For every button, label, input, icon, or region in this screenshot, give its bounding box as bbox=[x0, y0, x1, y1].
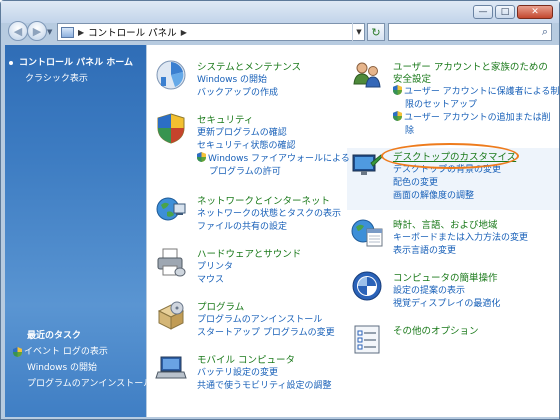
security-shield-icon bbox=[157, 113, 185, 144]
address-bar[interactable]: ▶ コントロール パネル ▶ bbox=[57, 23, 365, 41]
highlight-oval-annotation bbox=[381, 143, 519, 169]
category-title[interactable]: システムとメンテナンス bbox=[197, 59, 301, 73]
sidebar-item-home[interactable]: コントロール パネル ホーム bbox=[9, 55, 133, 68]
category-title-continued[interactable]: 安全設定 bbox=[393, 71, 431, 85]
category-title[interactable]: セキュリティ bbox=[197, 112, 253, 126]
category-link[interactable]: 画面の解像度の調整 bbox=[393, 188, 474, 201]
category-title[interactable]: モバイル コンピュータ bbox=[197, 352, 295, 366]
recent-task-label: プログラムのアンインストール bbox=[27, 379, 153, 389]
maximize-icon: □ bbox=[500, 6, 510, 17]
window-controls: — □ ✕ bbox=[473, 5, 553, 19]
uac-shield-icon bbox=[197, 152, 206, 162]
address-crumb-control-panel[interactable]: コントロール パネル bbox=[88, 25, 177, 39]
category-title[interactable]: プログラム bbox=[197, 299, 244, 313]
close-button[interactable]: ✕ bbox=[517, 5, 553, 19]
category-link[interactable]: プログラムのアンインストール bbox=[197, 312, 322, 325]
category-link[interactable]: 設定の提案の表示 bbox=[393, 283, 465, 296]
close-icon: ✕ bbox=[531, 6, 539, 17]
category-link[interactable]: プログラムの許可 bbox=[209, 164, 281, 177]
category-title[interactable]: ハードウェアとサウンド bbox=[197, 246, 301, 260]
network-globe-icon bbox=[156, 197, 186, 221]
category-link[interactable]: ネットワークの状態とタスクの表示 bbox=[197, 206, 341, 219]
additional-options-icon bbox=[354, 325, 380, 354]
category-link[interactable]: スタートアップ プログラムの変更 bbox=[197, 325, 335, 338]
category-link-label: ユーザー アカウントに保護者による制 bbox=[404, 87, 560, 97]
category-panel: システムとメンテナンス Windows の開始 バックアップの作成 セキュリティ… bbox=[147, 45, 559, 417]
category-link-label: Windows ファイアウォールによる bbox=[208, 154, 350, 164]
uac-shield-icon bbox=[13, 346, 22, 357]
category-title[interactable]: その他のオプション bbox=[393, 323, 479, 337]
uac-shield-icon bbox=[393, 111, 402, 121]
sidebar: コントロール パネル ホーム クラシック表示 最近のタスク イベント ログの表示… bbox=[5, 45, 152, 417]
recent-pages-dropdown[interactable]: ▼ bbox=[47, 28, 52, 36]
recent-task-label: イベント ログの表示 bbox=[24, 347, 108, 357]
category-title[interactable]: ネットワークとインターネット bbox=[197, 193, 330, 207]
category-link-label: ユーザー アカウントの追加または削 bbox=[404, 113, 551, 123]
back-arrow-icon: ◀ bbox=[13, 24, 23, 38]
system-maintenance-icon bbox=[156, 60, 186, 90]
category-link[interactable]: 更新プログラムの確認 bbox=[197, 125, 287, 138]
search-icon[interactable]: ⌕ bbox=[542, 25, 548, 39]
navigation-bar: ◀ ▶ ▼ ▶ コントロール パネル ▶ ▼ ↻ ⌕ bbox=[1, 19, 559, 45]
recent-task-uninstall[interactable]: プログラムのアンインストール bbox=[27, 376, 152, 389]
clock-language-icon bbox=[351, 219, 383, 247]
category-link[interactable]: Windows の開始 bbox=[197, 72, 267, 85]
sidebar-item-label: クラシック表示 bbox=[25, 74, 88, 84]
minimize-icon: — bbox=[478, 6, 488, 17]
sidebar-item-classic-view[interactable]: クラシック表示 bbox=[25, 71, 88, 84]
category-link[interactable]: バッテリ設定の変更 bbox=[197, 365, 278, 378]
category-title[interactable]: 時計、言語、および地域 bbox=[393, 217, 498, 231]
category-link[interactable]: キーボードまたは入力方法の変更 bbox=[393, 230, 528, 243]
category-link[interactable]: バックアップの作成 bbox=[197, 85, 278, 98]
current-page-bullet-icon bbox=[9, 60, 13, 65]
category-link[interactable]: ファイルの共有の設定 bbox=[197, 219, 287, 232]
recent-task-event-log[interactable]: イベント ログの表示 bbox=[13, 344, 108, 357]
category-link[interactable]: 除 bbox=[405, 123, 414, 136]
refresh-button[interactable]: ↻ bbox=[367, 23, 385, 41]
hardware-printer-icon bbox=[157, 248, 186, 277]
search-input[interactable]: ⌕ bbox=[388, 23, 552, 41]
mobile-pc-icon bbox=[155, 356, 187, 379]
maximize-button[interactable]: □ bbox=[495, 5, 515, 19]
control-panel-window: — □ ✕ ◀ ▶ ▼ ▶ コントロール パネル ▶ ▼ ↻ ⌕ コントロール … bbox=[0, 0, 560, 420]
forward-button[interactable]: ▶ bbox=[27, 21, 47, 41]
category-link[interactable]: 限のセットアップ bbox=[405, 97, 477, 110]
forward-arrow-icon: ▶ bbox=[32, 24, 42, 38]
category-link[interactable]: ユーザー アカウントの追加または削 bbox=[393, 110, 551, 123]
category-link[interactable]: 配色の変更 bbox=[393, 175, 438, 188]
recent-task-windows-start[interactable]: Windows の開始 bbox=[27, 360, 97, 373]
ease-of-access-icon bbox=[352, 271, 382, 301]
category-link[interactable]: 視覚ディスプレイの最適化 bbox=[393, 296, 500, 309]
appearance-desktop-icon bbox=[352, 154, 383, 175]
category-link[interactable]: ユーザー アカウントに保護者による制 bbox=[393, 84, 559, 97]
user-accounts-icon bbox=[353, 62, 381, 88]
address-separator-icon[interactable]: ▶ bbox=[78, 28, 84, 37]
category-link[interactable]: 共通で使うモビリティ設定の調整 bbox=[197, 378, 331, 391]
category-link[interactable]: 表示言語の変更 bbox=[393, 243, 456, 256]
back-button[interactable]: ◀ bbox=[8, 21, 28, 41]
sidebar-item-label: コントロール パネル ホーム bbox=[19, 58, 133, 68]
programs-box-icon bbox=[157, 301, 185, 330]
refresh-icon: ↻ bbox=[371, 25, 381, 39]
control-panel-icon bbox=[61, 26, 74, 38]
minimize-button[interactable]: — bbox=[473, 5, 493, 19]
category-link[interactable]: マウス bbox=[197, 272, 224, 285]
recent-task-label: Windows の開始 bbox=[27, 363, 98, 373]
category-link[interactable]: セキュリティ状態の確認 bbox=[197, 138, 295, 151]
address-dropdown-button[interactable]: ▼ bbox=[352, 23, 365, 41]
address-crumb-chevron-icon[interactable]: ▶ bbox=[181, 28, 187, 37]
category-title[interactable]: コンピュータの簡単操作 bbox=[393, 270, 498, 284]
uac-shield-icon bbox=[393, 85, 402, 95]
recent-tasks-heading: 最近のタスク bbox=[27, 331, 82, 341]
category-link[interactable]: プリンタ bbox=[197, 259, 233, 272]
category-link[interactable]: Windows ファイアウォールによる bbox=[197, 151, 350, 164]
